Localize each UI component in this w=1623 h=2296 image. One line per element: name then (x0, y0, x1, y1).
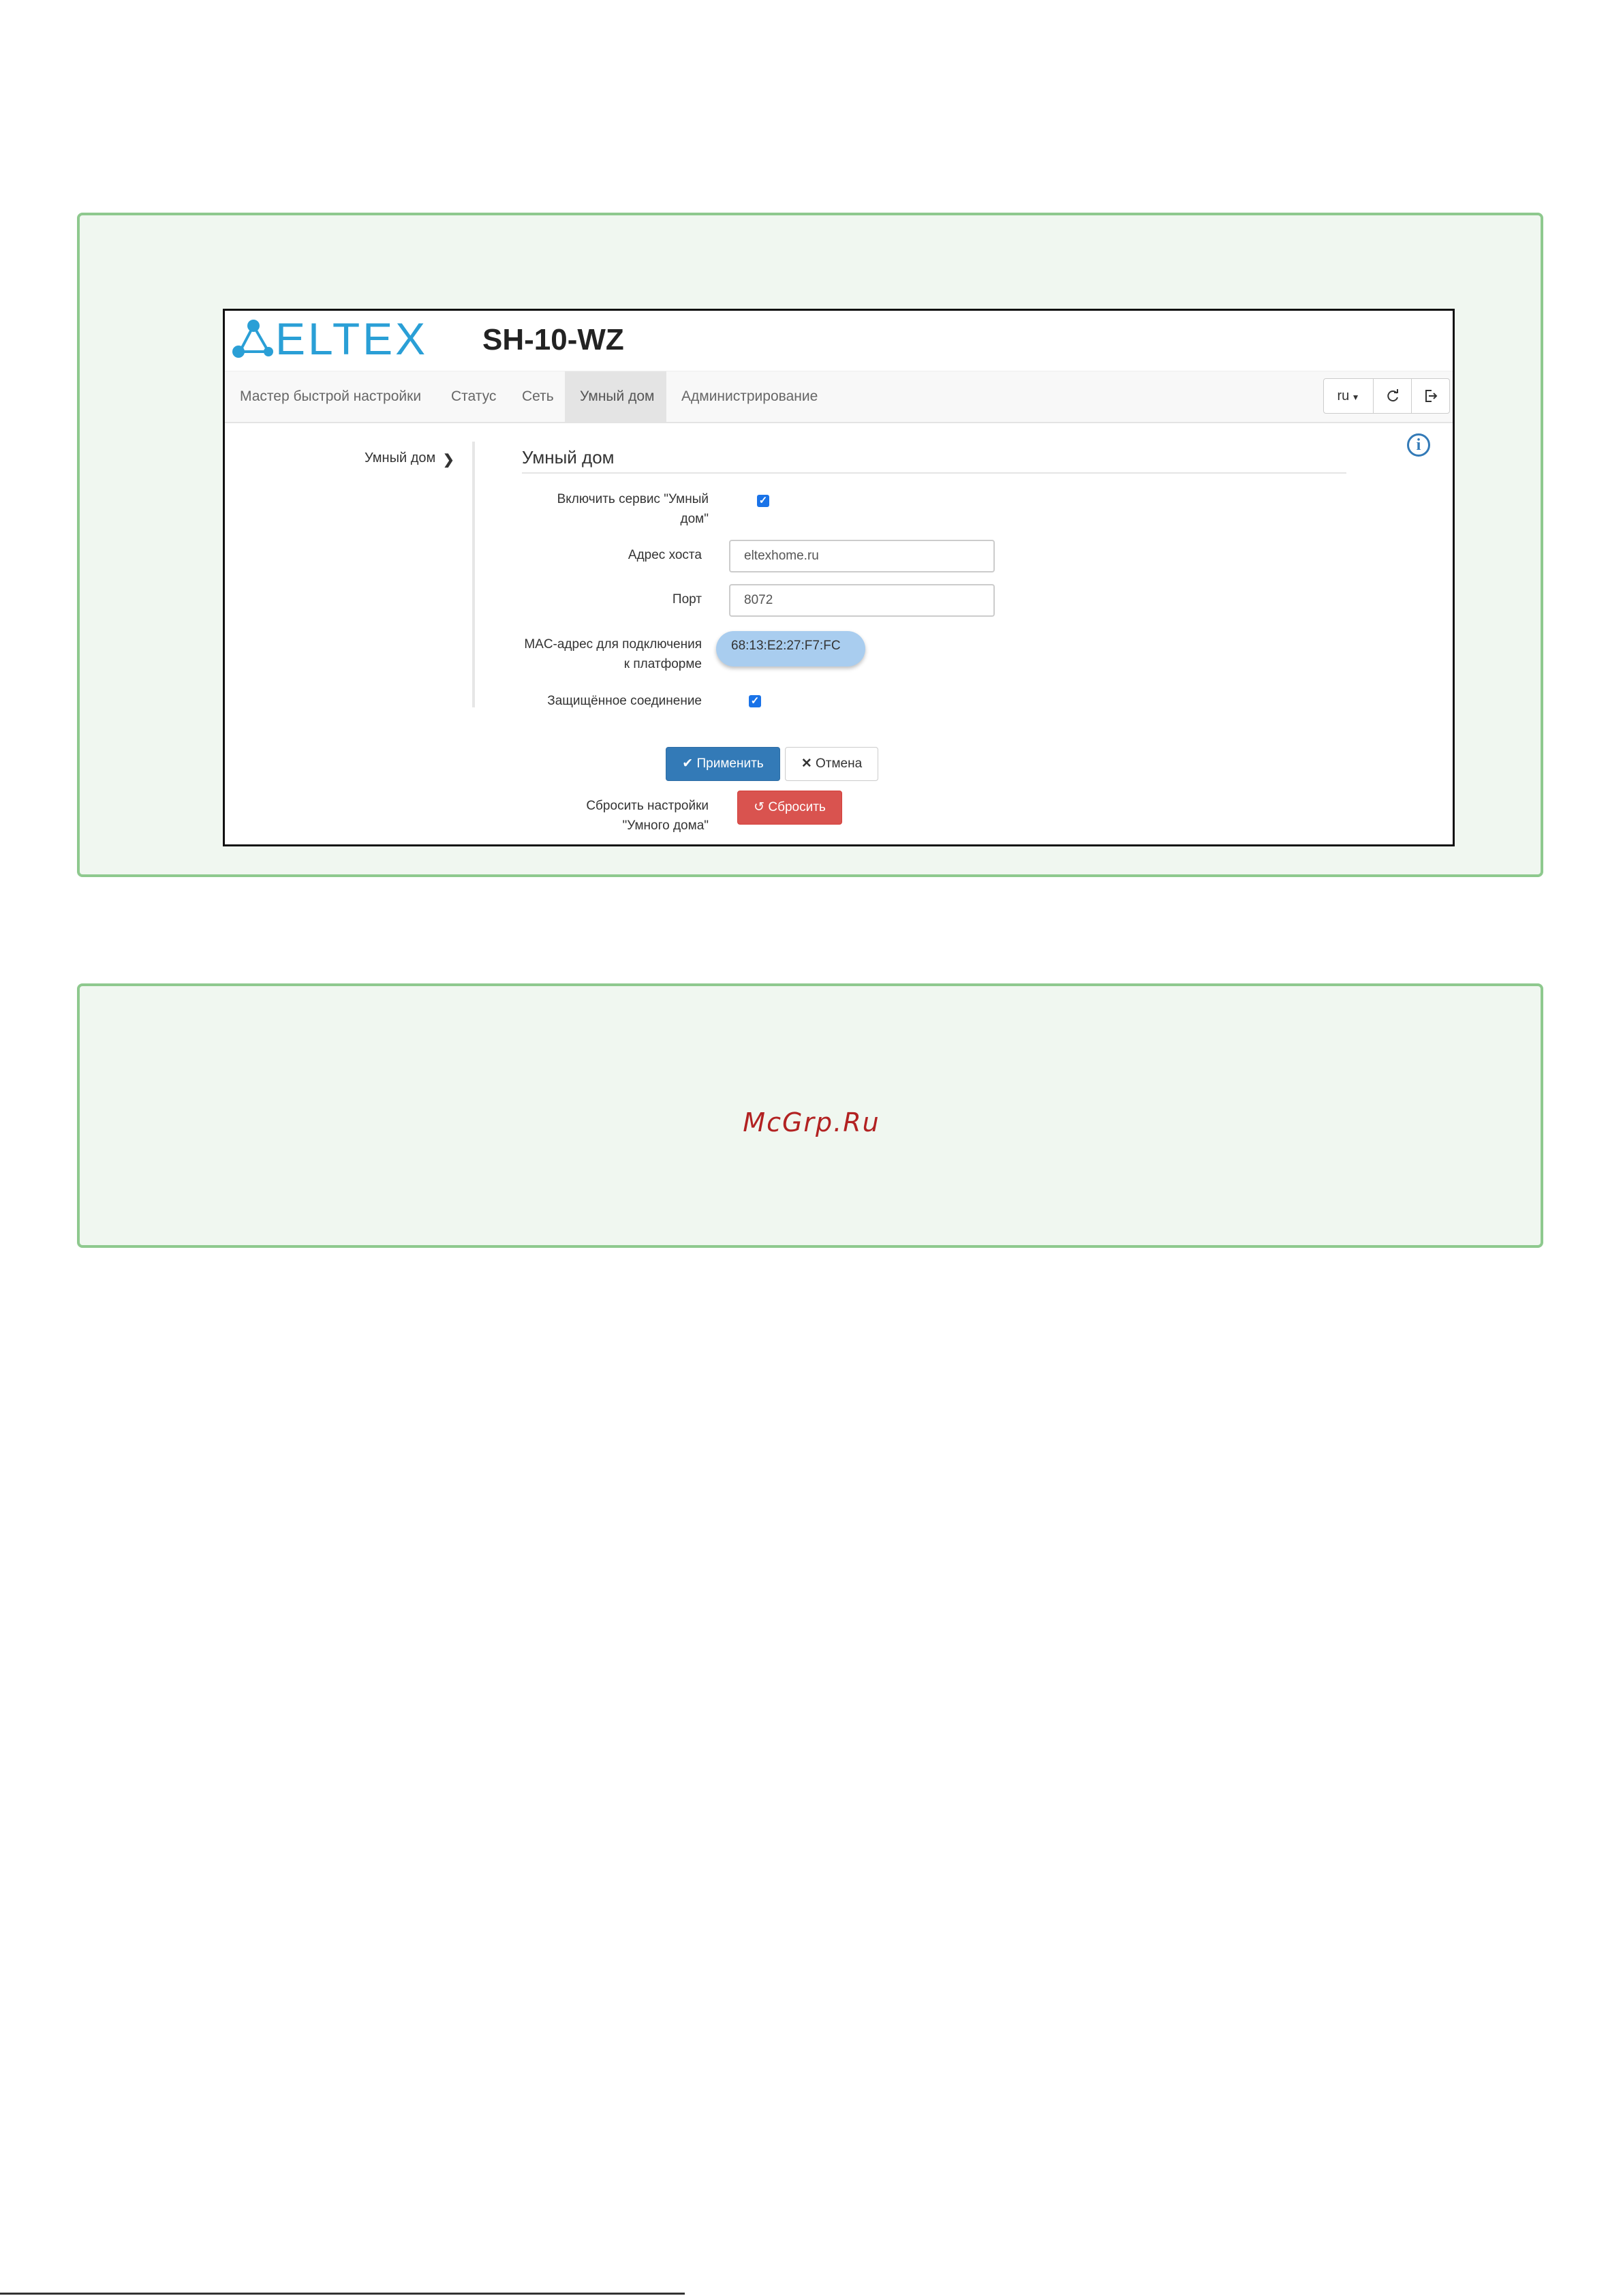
mac-label: MAC-адрес для подключения к платформе (429, 634, 702, 674)
chevron-right-icon: ❯ (443, 453, 454, 468)
refresh-icon (1387, 389, 1398, 402)
nav-status[interactable]: Статус (436, 371, 511, 422)
host-input[interactable]: eltexhome.ru (729, 540, 995, 572)
reset-button[interactable]: ↺ Сбросить (737, 791, 842, 825)
eltex-logo-icon (232, 320, 273, 358)
port-input[interactable]: 8072 (729, 584, 995, 617)
secure-connection-checkbox[interactable]: ✓ (749, 695, 761, 707)
router-web-ui: ELTEX SH-10-WZ Мастер быстрой настройки … (223, 309, 1455, 846)
close-icon: ✕ (801, 756, 816, 771)
device-model: SH-10-WZ (482, 323, 624, 356)
nav-quick-setup[interactable]: Мастер быстрой настройки (225, 371, 436, 422)
enable-service-label-line2: дом" (680, 512, 709, 526)
refresh-button[interactable] (1373, 379, 1411, 413)
page-bottom-rule (0, 2293, 685, 2295)
logout-icon (1425, 390, 1437, 402)
nav-network[interactable]: Сеть (507, 371, 569, 422)
mac-address-value: 68:13:E2:27:F7:FC (716, 631, 865, 667)
reset-label-line2: "Умного дома" (622, 818, 709, 833)
mac-label-line2: к платформе (623, 657, 702, 671)
apply-button-label: Применить (696, 756, 764, 771)
check-icon: ✔ (682, 756, 697, 771)
undo-icon: ↺ (754, 800, 769, 814)
eltex-logo: ELTEX (275, 313, 429, 364)
reset-label-line1: Сбросить настройки (586, 799, 709, 813)
header: ELTEX SH-10-WZ (225, 311, 1453, 373)
toolbar-buttons: ru ▼ (1323, 378, 1450, 414)
caret-down-icon: ▼ (1349, 393, 1360, 402)
reset-button-label: Сбросить (768, 800, 826, 814)
info-icon[interactable]: i (1407, 433, 1430, 457)
logout-button[interactable] (1411, 379, 1449, 413)
port-label: Порт (672, 592, 702, 607)
reset-label: Сбросить настройки "Умного дома" (429, 796, 709, 836)
language-dropdown[interactable]: ru ▼ (1324, 379, 1373, 413)
secure-connection-label: Защищённое соединение (547, 694, 702, 708)
sidebar-item-smart-home[interactable]: Умный дом (365, 450, 435, 466)
section-title: Умный дом (522, 447, 1346, 474)
enable-service-label: Включить сервис "Умный дом" (463, 489, 709, 529)
cancel-button[interactable]: ✕ Отмена (785, 747, 878, 781)
cancel-button-label: Отмена (816, 756, 863, 771)
main-nav: Мастер быстрой настройки Статус Сеть Умн… (225, 371, 1453, 423)
host-label: Адрес хоста (628, 548, 702, 562)
enable-service-label-line1: Включить сервис "Умный (557, 492, 709, 506)
mac-label-line1: MAC-адрес для подключения (524, 637, 702, 652)
apply-button[interactable]: ✔ Применить (666, 747, 780, 781)
watermark-text: McGrp.Ru (743, 1107, 880, 1137)
enable-service-checkbox[interactable]: ✓ (757, 495, 769, 507)
nav-smart-home[interactable]: Умный дом (565, 371, 666, 422)
language-value: ru (1337, 388, 1350, 403)
nav-administration[interactable]: Администрирование (666, 371, 833, 422)
